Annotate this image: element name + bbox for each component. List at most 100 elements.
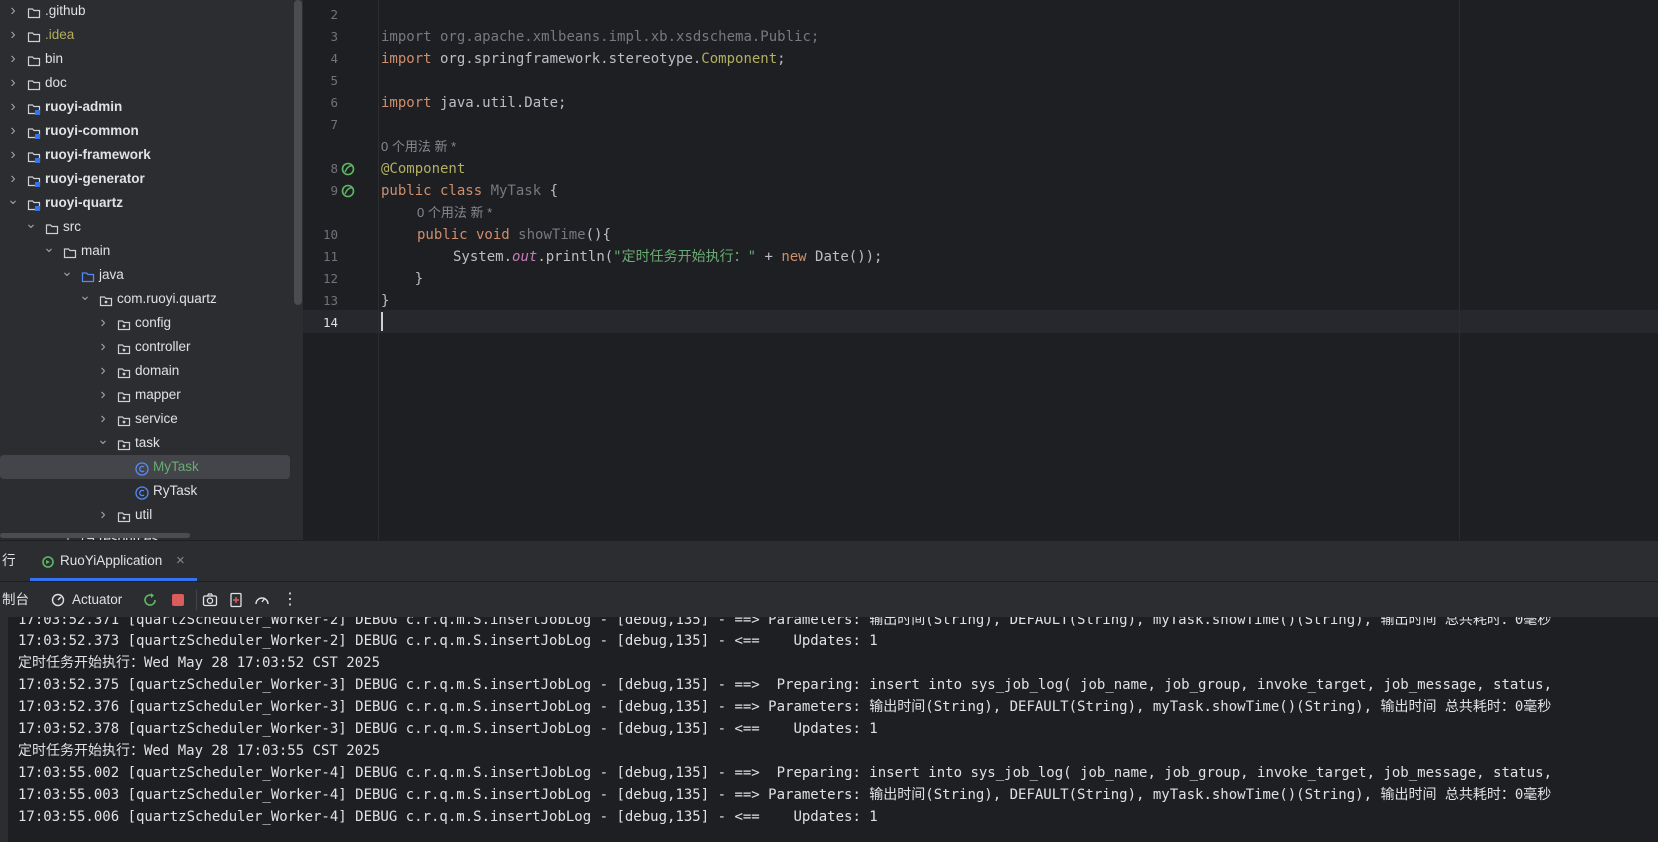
console-line: 17:03:55.002 [quartzScheduler_Worker-4] … — [18, 765, 1553, 781]
tree-item-main[interactable]: ⌄ main — [0, 239, 290, 263]
string-literal: "定时任务开始执行：" — [613, 249, 757, 265]
tree-item-label: src — [63, 219, 81, 234]
tree-item-task[interactable]: ⌄ task — [0, 431, 290, 455]
console-line: 17:03:52.376 [quartzScheduler_Worker-3] … — [18, 699, 1552, 715]
tree-item-label: doc — [45, 75, 67, 90]
spring-bean-icon[interactable] — [341, 162, 355, 176]
class-name: MyTask — [490, 183, 542, 199]
console-output[interactable]: 17:03:52.371 [quartzScheduler_Worker-2] … — [0, 617, 1658, 842]
line-number: 6 — [330, 95, 338, 110]
chevron-right-icon[interactable]: › — [97, 335, 109, 359]
rerun-icon[interactable] — [142, 592, 158, 608]
line-number: 9 — [330, 183, 338, 198]
tree-item-label: ruoyi-generator — [45, 171, 145, 186]
brace: { — [541, 183, 559, 199]
package-icon — [117, 388, 131, 403]
line-number: 11 — [322, 249, 338, 264]
import-path: org.springframework.stereotype. — [431, 51, 702, 67]
more-options-icon[interactable]: ⋮ — [282, 582, 298, 618]
chevron-right-icon[interactable]: › — [7, 119, 19, 143]
camera-icon[interactable] — [202, 592, 218, 608]
tree-item-doc[interactable]: › doc — [0, 71, 290, 95]
dump-threads-icon[interactable] — [228, 592, 244, 608]
chevron-right-icon[interactable]: › — [97, 503, 109, 527]
chevron-down-icon[interactable]: ⌄ — [43, 235, 55, 259]
usage-hint[interactable]: 0 个用法 新 * — [417, 202, 492, 224]
tab-label: RuoYiApplication — [60, 553, 163, 568]
tree-item-domain[interactable]: › domain — [0, 359, 290, 383]
tree-item-mytask[interactable]: MyTask — [0, 455, 290, 479]
tree-item-ruoyi-admin[interactable]: › ruoyi-admin — [0, 95, 290, 119]
tree-item-label: task — [135, 435, 160, 450]
usage-hint[interactable]: 0 个用法 新 * — [381, 136, 456, 158]
current-line-highlight — [303, 310, 1658, 333]
chevron-down-icon[interactable]: ⌄ — [79, 283, 91, 307]
tree-item-config[interactable]: › config — [0, 311, 290, 335]
spring-bean-icon[interactable] — [341, 184, 355, 198]
chevron-down-icon[interactable]: ⌄ — [7, 187, 19, 211]
tab-console[interactable]: 制台 — [2, 582, 29, 618]
folder-icon — [27, 4, 41, 19]
code-line-11: System.out.println("定时任务开始执行：" + new Dat… — [453, 246, 882, 268]
operator: + — [756, 249, 782, 265]
tree-item-label: ruoyi-common — [45, 123, 139, 138]
tree-item-ruoyi-quartz[interactable]: ⌄ ruoyi-quartz — [0, 191, 290, 215]
chevron-right-icon[interactable]: › — [97, 311, 109, 335]
tree-item-controller[interactable]: › controller — [0, 335, 290, 359]
keyword: import — [381, 51, 432, 67]
console-line: 17:03:52.373 [quartzScheduler_Worker-2] … — [18, 633, 878, 649]
import-path: org.apache.xmlbeans.impl.xb.xsdschema.Pu… — [431, 29, 820, 45]
tab-close-icon[interactable]: × — [176, 541, 185, 581]
folder-icon — [81, 268, 95, 283]
chevron-down-icon[interactable]: ⌄ — [97, 427, 109, 451]
chevron-down-icon[interactable]: ⌄ — [25, 211, 37, 235]
folder-icon — [45, 220, 59, 235]
chevron-right-icon[interactable]: › — [7, 47, 19, 71]
class-icon — [135, 460, 149, 476]
tree-item-label: ruoyi-admin — [45, 99, 123, 114]
stop-icon[interactable] — [170, 592, 186, 608]
tree-item-com-ruoyi-quartz[interactable]: ⌄ com.ruoyi.quartz — [0, 287, 290, 311]
chevron-right-icon[interactable]: › — [97, 359, 109, 383]
tab-actuator[interactable]: Actuator — [72, 582, 122, 618]
tree-item-bin[interactable]: › bin — [0, 47, 290, 71]
keyword: public void — [417, 227, 519, 243]
tree-item-service[interactable]: › service — [0, 407, 290, 431]
text-caret — [381, 312, 383, 331]
chevron-right-icon[interactable]: › — [7, 71, 19, 95]
console-line: 17:03:55.006 [quartzScheduler_Worker-4] … — [18, 809, 878, 825]
tree-item-label: RyTask — [153, 483, 198, 498]
chevron-right-icon[interactable]: › — [7, 23, 19, 47]
tree-item-idea[interactable]: › .idea — [0, 23, 290, 47]
console-line: 定时任务开始执行：Wed May 28 17:03:55 CST 2025 — [18, 743, 381, 759]
tree-scrollbar[interactable] — [294, 0, 302, 305]
tree-item-label: ruoyi-quartz — [45, 195, 124, 210]
spring-boot-icon — [42, 556, 54, 568]
chevron-right-icon[interactable]: › — [7, 143, 19, 167]
tree-item-util[interactable]: › util — [0, 503, 290, 527]
folder-icon — [63, 244, 77, 259]
tree-item-java[interactable]: ⌄ java — [0, 263, 290, 287]
chevron-right-icon[interactable]: › — [7, 95, 19, 119]
tree-item-ruoyi-framework[interactable]: › ruoyi-framework — [0, 143, 290, 167]
method-name: showTime — [518, 227, 586, 243]
tree-horizontal-scrollbar[interactable] — [0, 533, 190, 538]
profiler-icon[interactable] — [254, 592, 270, 608]
chevron-down-icon[interactable]: ⌄ — [61, 259, 73, 283]
chevron-right-icon[interactable]: › — [7, 0, 19, 23]
tree-item-ruoyi-generator[interactable]: › ruoyi-generator — [0, 167, 290, 191]
tree-item-github[interactable]: › .github — [0, 0, 290, 23]
tree-item-mapper[interactable]: › mapper — [0, 383, 290, 407]
line-number: 5 — [330, 73, 338, 88]
chevron-right-icon[interactable]: › — [97, 383, 109, 407]
tree-item-label: ruoyi-framework — [45, 147, 151, 162]
tree-item-ruoyi-common[interactable]: › ruoyi-common — [0, 119, 290, 143]
code-line-10: public void showTime(){ — [417, 224, 611, 246]
semicolon: ; — [777, 51, 786, 67]
project-tree: › .github › .idea › bin › doc › ruoyi-admin › ruoyi… — [0, 0, 303, 540]
import-class: Component — [701, 51, 778, 67]
package-icon — [117, 412, 131, 427]
code-editor[interactable]: 2 3 4 5 6 7 8 9 10 11 12 13 14 import or… — [303, 0, 1658, 540]
package-icon — [117, 436, 131, 451]
tree-item-rytask[interactable]: RyTask — [0, 479, 290, 503]
